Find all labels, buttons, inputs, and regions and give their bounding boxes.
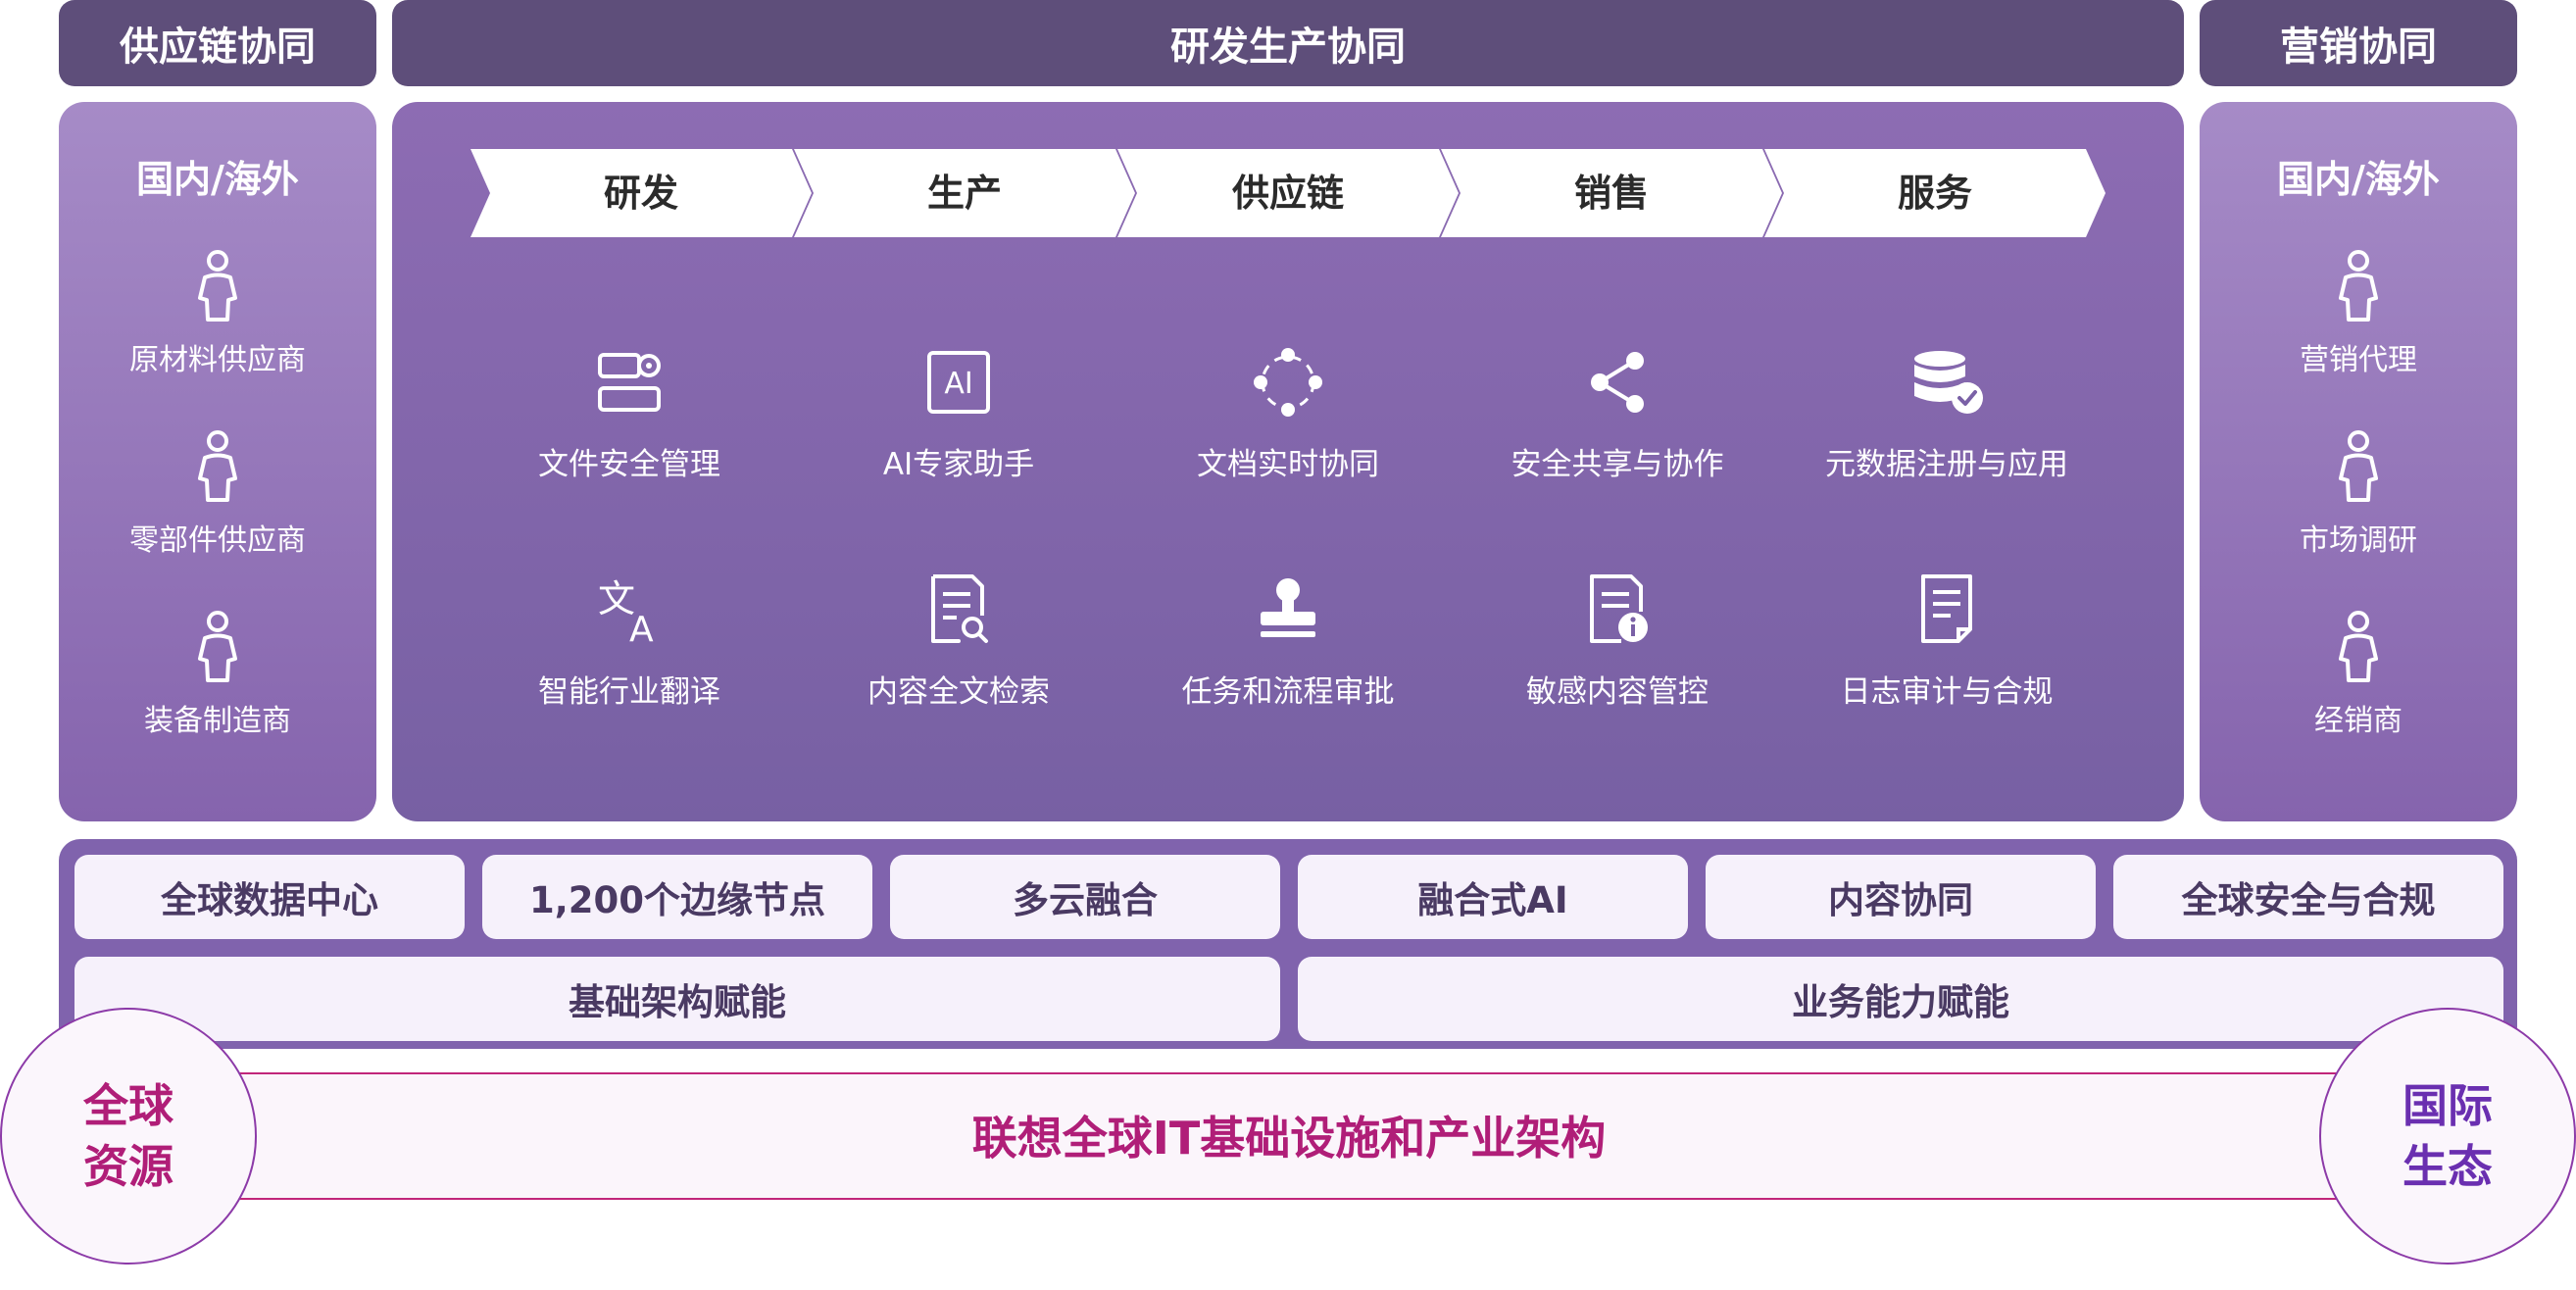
chip-infrastructure-enablement: 基础架构赋能	[74, 957, 1280, 1041]
chip-global-datacenter: 全球数据中心	[74, 855, 465, 939]
chip-label: 内容协同	[1828, 879, 1973, 921]
feature-secure-sharing: 安全共享与协作	[1456, 343, 1779, 483]
rnd-production-panel: 研发 生产 供应链 销售 服务 文件安全管理 AI AI专家助手 文档实时协同 …	[392, 102, 2184, 821]
svg-text:AI: AI	[944, 367, 972, 401]
person-outline-icon	[198, 611, 237, 682]
partner-equipment: 装备制造商	[59, 610, 376, 739]
partner-market-research: 市场调研	[2200, 429, 2517, 559]
feature-label: 内容全文检索	[867, 674, 1050, 710]
partner-label: 装备制造商	[144, 704, 291, 738]
chip-hybrid-ai: 融合式AI	[1298, 855, 1688, 939]
stage-label: 供应链	[1231, 172, 1344, 215]
chip-content-collab: 内容协同	[1706, 855, 2096, 939]
feature-label: 文件安全管理	[538, 447, 720, 482]
feature-label: AI专家助手	[882, 447, 1035, 482]
partner-label: 原材料供应商	[129, 343, 306, 377]
stage-production: 生产	[794, 149, 1135, 237]
supply-chain-panel: 国内/海外 原材料供应商 零部件供应商 装备制造商	[59, 102, 376, 821]
feature-realtime-collab: 文档实时协同	[1126, 343, 1450, 483]
platform-capabilities: 全球数据中心 1,200个边缘节点 多云融合 融合式AI 内容协同 全球安全与合…	[59, 839, 2517, 1049]
database-check-icon	[1914, 351, 1983, 414]
partner-marketing-agent: 营销代理	[2200, 249, 2517, 378]
header-marketing: 营销协同	[2200, 0, 2517, 86]
circle-line: 全球	[83, 1079, 173, 1132]
audit-log-icon	[1921, 574, 1972, 643]
feature-label: 元数据注册与应用	[1825, 447, 2068, 482]
person-outline-icon	[198, 430, 237, 502]
realtime-collab-icon	[1254, 348, 1322, 417]
feature-label: 任务和流程审批	[1181, 674, 1395, 710]
circle-line: 资源	[83, 1140, 173, 1193]
translate-icon: 文A	[598, 577, 654, 645]
stage-label: 研发	[603, 172, 678, 215]
chip-label: 业务能力赋能	[1792, 981, 2009, 1023]
header-rnd-production-label: 研发生产协同	[1170, 25, 1406, 70]
feature-file-security: 文件安全管理	[468, 343, 791, 483]
chip-label: 1,200个边缘节点	[528, 879, 826, 921]
file-security-icon	[598, 353, 661, 412]
chip-business-enablement: 业务能力赋能	[1298, 957, 2503, 1041]
marketing-panel: 国内/海外 营销代理 市场调研 经销商	[2200, 102, 2517, 821]
value-chain-stages: 研发 生产 供应链 销售 服务	[471, 149, 2105, 237]
feature-metadata: 元数据注册与应用	[1785, 343, 2108, 483]
stage-service: 服务	[1764, 149, 2105, 237]
partner-label: 营销代理	[2300, 343, 2417, 377]
chip-edge-nodes: 1,200个边缘节点	[482, 855, 872, 939]
circle-line: 生态	[2403, 1140, 2493, 1193]
feature-label: 安全共享与协作	[1511, 447, 1724, 482]
international-ecosystem-circle: 国际 生态	[2319, 1008, 2576, 1265]
chip-label: 基础架构赋能	[569, 981, 786, 1023]
feature-ai-assistant: AI AI专家助手	[797, 343, 1120, 483]
chip-label: 融合式AI	[1417, 879, 1568, 921]
supply-chain-panel-title: 国内/海外	[136, 158, 299, 201]
chip-multicloud: 多云融合	[890, 855, 1280, 939]
feature-label: 敏感内容管控	[1526, 674, 1709, 710]
chip-label: 全球安全与合规	[2181, 879, 2436, 921]
circle-line: 国际	[2403, 1079, 2493, 1132]
sensitive-content-icon	[1590, 574, 1648, 643]
stage-sales: 销售	[1441, 149, 1782, 237]
partner-label: 经销商	[2314, 704, 2403, 738]
header-rnd-production: 研发生产协同	[392, 0, 2184, 86]
svg-text:A: A	[629, 610, 654, 645]
header-supply-chain: 供应链协同	[59, 0, 376, 86]
feature-sensitive-content: 敏感内容管控	[1456, 571, 1779, 711]
partner-raw-material: 原材料供应商	[59, 249, 376, 378]
stage-supply-chain: 供应链	[1117, 149, 1459, 237]
chip-label: 全球数据中心	[161, 879, 378, 921]
ai-assistant-icon: AI	[927, 351, 990, 414]
feature-label: 文档实时协同	[1197, 447, 1379, 482]
feature-approval: 任务和流程审批	[1126, 571, 1450, 711]
foundation-title: 联想全球IT基础设施和产业架构	[971, 1112, 1607, 1165]
feature-fulltext-search: 内容全文检索	[797, 571, 1120, 711]
person-outline-icon	[2339, 250, 2378, 322]
partner-distributor: 经销商	[2200, 610, 2517, 739]
feature-label: 日志审计与合规	[1840, 674, 2054, 710]
share-icon	[1591, 352, 1644, 413]
stage-label: 销售	[1573, 172, 1649, 215]
feature-audit-log: 日志审计与合规	[1785, 571, 2108, 711]
stage-label: 生产	[926, 172, 1002, 215]
feature-label: 智能行业翻译	[538, 674, 720, 710]
person-outline-icon	[2339, 611, 2378, 682]
chip-security-compliance: 全球安全与合规	[2113, 855, 2503, 939]
foundation-band: 联想全球IT基础设施和产业架构	[225, 1072, 2353, 1200]
partner-label: 零部件供应商	[129, 523, 306, 558]
partner-label: 市场调研	[2300, 523, 2417, 558]
person-outline-icon	[198, 250, 237, 322]
header-supply-chain-label: 供应链协同	[120, 25, 316, 70]
document-search-icon	[931, 574, 988, 643]
partner-components: 零部件供应商	[59, 429, 376, 559]
stage-rnd: 研发	[471, 149, 812, 237]
marketing-panel-title: 国内/海外	[2277, 158, 2440, 201]
person-outline-icon	[2339, 430, 2378, 502]
feature-translation: 文A 智能行业翻译	[468, 571, 791, 711]
approval-stamp-icon	[1261, 578, 1315, 637]
global-resources-circle: 全球 资源	[0, 1008, 257, 1265]
header-marketing-label: 营销协同	[2280, 25, 2437, 70]
chip-label: 多云融合	[1013, 879, 1158, 921]
stage-label: 服务	[1897, 172, 1972, 215]
